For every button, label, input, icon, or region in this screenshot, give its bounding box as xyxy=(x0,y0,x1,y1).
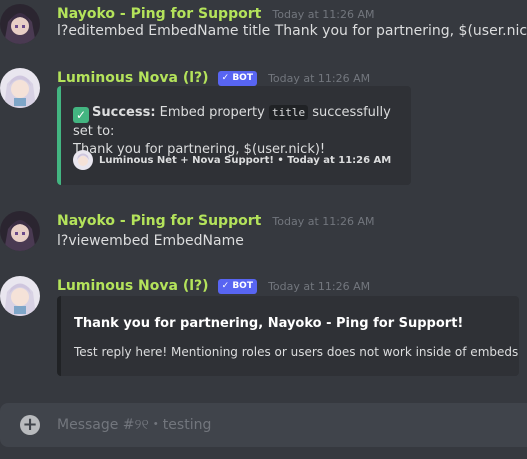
success-embed: ✓ Success: Embed property title successfu… xyxy=(57,86,411,185)
message-composer: + xyxy=(0,403,527,447)
avatar[interactable] xyxy=(0,68,40,108)
embed-title: Thank you for partnering, Nayoko - Ping … xyxy=(74,316,464,331)
embed-footer: Luminous Net + Nova Support! • Today at … xyxy=(73,150,391,170)
avatar[interactable] xyxy=(0,4,40,44)
message-list: Nayoko - Ping for Support Today at 11:26… xyxy=(0,0,527,395)
author-name[interactable]: Luminous Nova (l?) xyxy=(57,278,209,294)
add-attachment-icon[interactable]: + xyxy=(20,415,40,435)
inline-code: title xyxy=(268,105,309,120)
timestamp: Today at 11:26 AM xyxy=(272,215,375,228)
embed-text-before: Embed property xyxy=(159,105,265,120)
check-icon: ✓ xyxy=(73,107,89,123)
message-header: Luminous Nova (l?) ✓ BOT Today at 11:26 … xyxy=(57,67,370,86)
message-content: l?viewembed EmbedName xyxy=(57,233,244,249)
message-header: Nayoko - Ping for Support Today at 11:26… xyxy=(57,210,374,229)
timestamp: Today at 11:26 AM xyxy=(268,280,371,293)
footer-text: Luminous Net + Nova Support! • Today at … xyxy=(99,155,392,166)
title-embed: Thank you for partnering, Nayoko - Ping … xyxy=(57,296,519,376)
timestamp: Today at 11:26 AM xyxy=(268,72,371,85)
author-name[interactable]: Luminous Nova (l?) xyxy=(57,70,209,86)
author-name[interactable]: Nayoko - Ping for Support xyxy=(57,6,261,22)
avatar[interactable] xyxy=(0,211,40,251)
footer-icon xyxy=(73,150,93,170)
message-input[interactable] xyxy=(57,415,517,435)
success-label: Success: xyxy=(92,105,156,120)
avatar[interactable] xyxy=(0,276,40,316)
timestamp: Today at 11:26 AM xyxy=(272,8,375,21)
bot-badge: ✓ BOT xyxy=(217,279,257,294)
author-name[interactable]: Nayoko - Ping for Support xyxy=(57,213,261,229)
bot-badge: ✓ BOT xyxy=(217,71,257,86)
message-header: Nayoko - Ping for Support Today at 11:26… xyxy=(57,3,374,22)
embed-description: Test reply here! Mentioning roles or use… xyxy=(74,345,519,359)
message-header: Luminous Nova (l?) ✓ BOT Today at 11:26 … xyxy=(57,275,370,294)
message-content: l?editembed EmbedName title Thank you fo… xyxy=(57,23,527,39)
